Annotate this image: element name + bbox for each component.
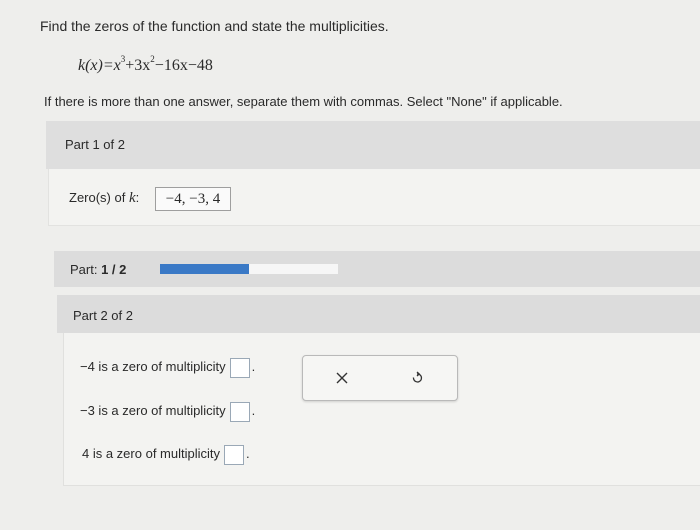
multiplicity-row: 4 is a zero of multiplicity.	[82, 443, 250, 465]
instructions: If there is more than one answer, separa…	[44, 94, 563, 109]
part2-header: Part 2 of 2	[57, 295, 700, 333]
multiplicity-row: −4 is a zero of multiplicity.	[80, 356, 255, 378]
zeros-label-prefix: Zero(s) of	[69, 190, 129, 205]
close-icon	[336, 372, 348, 384]
progress-bar	[160, 264, 338, 274]
multiplicity-row-text: 4 is a zero of multiplicity	[82, 446, 220, 461]
formula-suffix: −16x−48	[154, 57, 213, 74]
multiplicity-row-text: −4 is a zero of multiplicity	[80, 359, 226, 374]
zeros-label: Zero(s) of k:	[69, 190, 139, 207]
undo-icon	[412, 371, 423, 383]
zeros-label-suffix: :	[135, 190, 140, 205]
multiplicity-input[interactable]	[229, 357, 250, 378]
part1-answer-area: Zero(s) of k: −4, −3, 4	[48, 169, 700, 226]
part2-title: Part 2 of 2	[73, 308, 133, 323]
multiplicity-input[interactable]	[229, 401, 250, 422]
zeros-answer-field[interactable]: −4, −3, 4	[155, 187, 231, 211]
row-period: .	[251, 403, 256, 418]
part1-header: Part 1 of 2	[46, 121, 700, 169]
undo-button[interactable]	[405, 366, 429, 390]
multiplicity-row: −3 is a zero of multiplicity.	[80, 400, 255, 422]
zeros-label-var: k	[128, 190, 136, 206]
progress-label-text: Part:	[70, 262, 98, 277]
row-period: .	[251, 359, 256, 374]
part-progress: Part: 1 / 2	[54, 251, 700, 287]
progress-label: Part: 1 / 2	[70, 262, 126, 277]
answer-actions	[302, 355, 458, 401]
formula-prefix: k(x)=x	[78, 57, 121, 74]
multiplicity-row-text: −3 is a zero of multiplicity	[80, 403, 226, 418]
question-prompt: Find the zeros of the function and state…	[40, 18, 389, 34]
multiplicity-input[interactable]	[224, 444, 244, 465]
progress-value-text: 1 / 2	[101, 262, 127, 277]
function-formula: k(x)=x3+3x2−16x−48	[78, 54, 213, 75]
part1-title: Part 1 of 2	[65, 137, 125, 152]
progress-bar-fill	[160, 264, 249, 274]
clear-button[interactable]	[330, 366, 354, 390]
formula-middle: +3x	[125, 57, 151, 74]
row-period: .	[246, 446, 250, 461]
